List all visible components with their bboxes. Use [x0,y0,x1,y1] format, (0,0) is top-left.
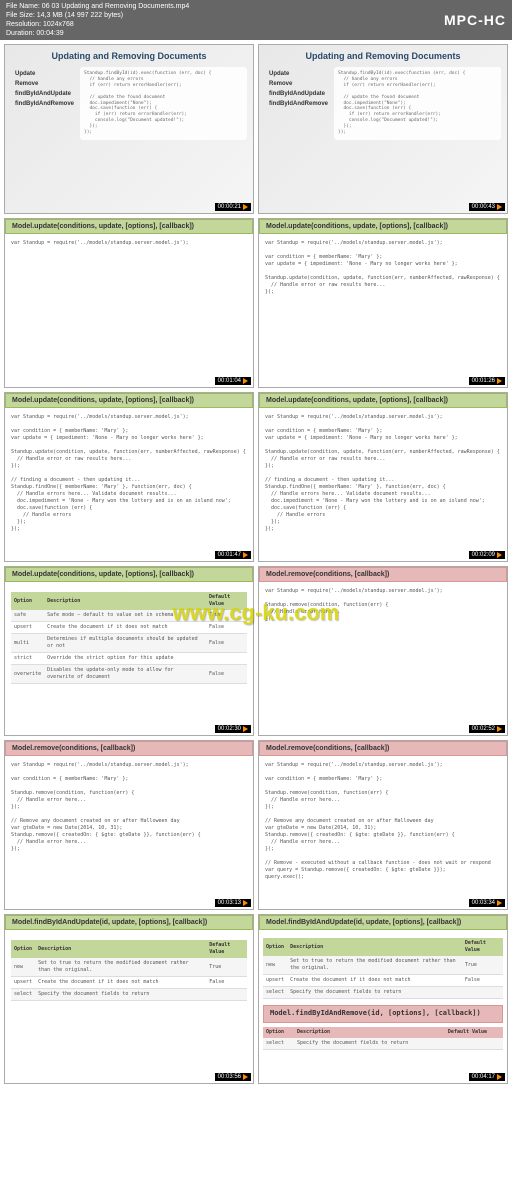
thumbnail[interactable]: Model.update(conditions, update, [option… [4,218,254,388]
thumbnail[interactable]: Model.remove(conditions, [callback]) var… [4,740,254,910]
slide-title: Updating and Removing Documents [11,51,247,61]
thumbnail[interactable]: Model.update(conditions, update, [option… [4,392,254,562]
code-body: var Standup = require('../models/standup… [5,234,253,387]
thumbnail[interactable]: Model.remove(conditions, [callback]) var… [258,566,508,736]
player-header: File Name: 06 03 Updating and Removing D… [0,0,512,40]
slide-header: Model.findByIdAndUpdate(id, update, [opt… [5,915,253,930]
thumbnail[interactable]: Updating and Removing Documents UpdateRe… [258,44,508,214]
thumbnail[interactable]: Model.findByIdAndUpdate(id, update, [opt… [4,914,254,1084]
options-table: OptionDescriptionDefault Value safeSafe … [11,592,247,684]
thumbnail[interactable]: Model.update(conditions, update, [option… [258,218,508,388]
code-snippet: Standup.findById(id).exec(function (err,… [80,67,247,139]
play-icon [243,204,248,210]
thumbnail[interactable]: Updating and Removing Documents Update R… [4,44,254,214]
brand-label: MPC-HC [444,12,506,28]
thumbnail[interactable]: Model.update(conditions, update, [option… [258,392,508,562]
thumbnail-grid: Updating and Removing Documents Update R… [0,40,512,1088]
thumbnail[interactable]: Model.update(conditions, update, [option… [4,566,254,736]
slide-header: Model.update(conditions, update, [option… [5,219,253,234]
menu-list: Update Remove findByIdAndUpdate findById… [11,67,78,139]
slide-header: Model.remove(conditions, [callback]) [259,567,507,582]
thumbnail[interactable]: Model.findByIdAndUpdate(id, update, [opt… [258,914,508,1084]
timestamp: 00:00:21 [215,203,251,211]
thumbnail[interactable]: Model.remove(conditions, [callback]) var… [258,740,508,910]
